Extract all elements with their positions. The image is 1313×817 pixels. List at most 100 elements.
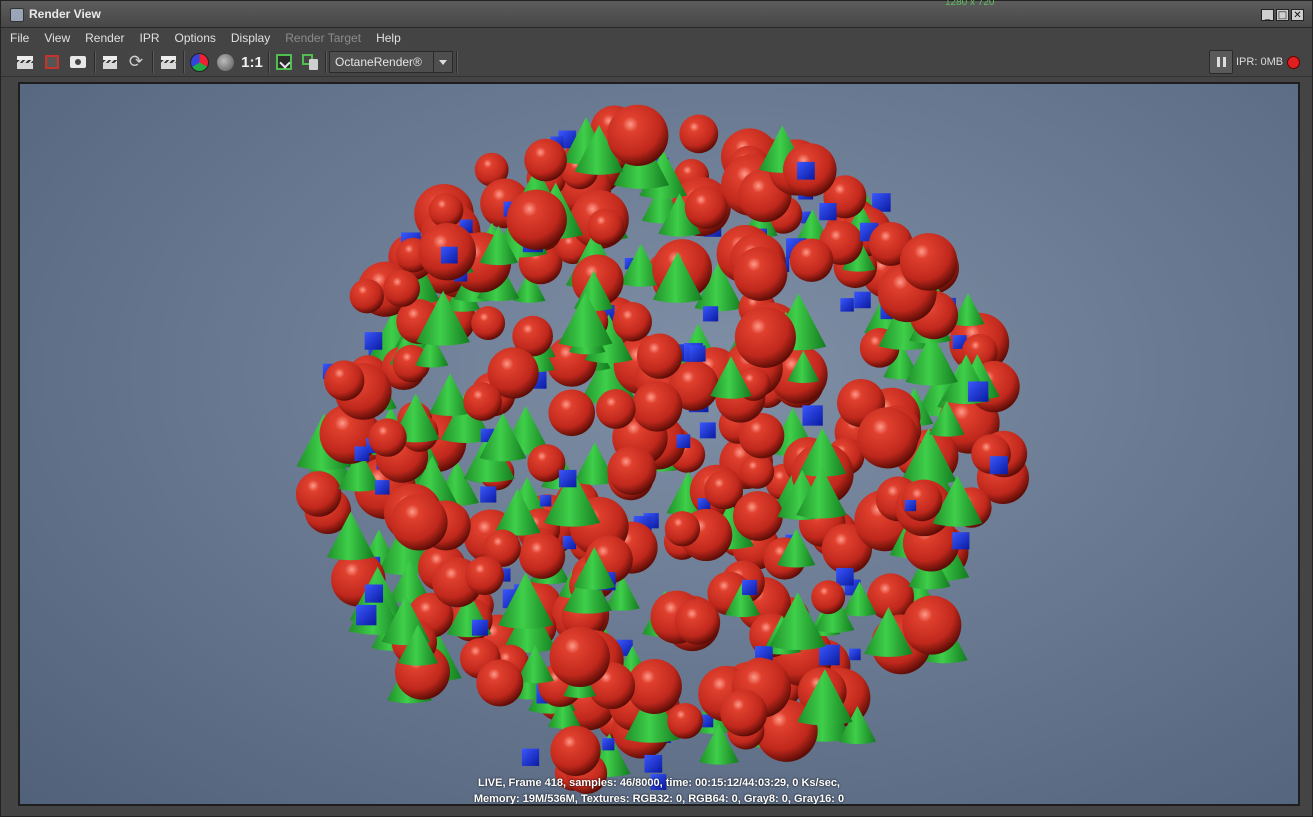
menu-bar: File View Render IPR Options Display Ren…: [1, 28, 1312, 48]
blue-cube: [797, 161, 815, 180]
menu-file[interactable]: File: [10, 31, 29, 45]
menu-options[interactable]: Options: [175, 31, 216, 45]
blue-cube: [356, 604, 377, 626]
red-sphere: [607, 445, 657, 496]
blue-cube: [471, 619, 488, 636]
resolution-hint: 1280 x 720: [945, 0, 995, 8]
title-bar[interactable]: Render View 1280 x 720 _ □ ✕: [1, 0, 1312, 28]
menu-help[interactable]: Help: [376, 31, 401, 45]
chevron-down-icon[interactable]: [433, 52, 452, 72]
red-sphere: [550, 725, 601, 777]
red-sphere: [519, 532, 566, 579]
red-sphere: [383, 270, 421, 307]
red-sphere: [295, 471, 342, 517]
red-sphere: [902, 595, 962, 655]
blue-cube: [364, 584, 384, 603]
blue-cube: [375, 480, 390, 495]
ipr-memory-label: IPR: 0MB: [1236, 56, 1284, 68]
blue-cube: [689, 345, 706, 362]
red-sphere: [811, 580, 846, 615]
blue-cube: [840, 298, 854, 312]
alpha-channel-icon[interactable]: [214, 51, 236, 73]
real-size-button[interactable]: 1:1: [241, 51, 263, 73]
blue-cube: [440, 246, 458, 264]
app-icon: [10, 8, 24, 22]
red-sphere: [857, 407, 919, 469]
render-view-window: Render View 1280 x 720 _ □ ✕ File View R…: [0, 0, 1313, 817]
render-region-icon[interactable]: [41, 51, 63, 73]
rgb-channels-icon[interactable]: [188, 51, 210, 73]
toolbar-separator: [152, 51, 154, 73]
blue-cube: [644, 754, 663, 773]
toolbar: ⟳ 1:1 OctaneRender® IPR: 0MB: [1, 48, 1312, 77]
blue-cube: [539, 495, 552, 507]
blue-cube: [364, 332, 383, 350]
red-sphere: [636, 333, 683, 379]
red-sphere: [368, 418, 407, 457]
ipr-render-icon[interactable]: [99, 51, 121, 73]
blue-cube: [802, 405, 823, 426]
toolbar-separator: [183, 51, 185, 73]
menu-render-target: Render Target: [285, 31, 362, 45]
red-sphere: [626, 659, 682, 714]
blue-cube: [699, 422, 716, 439]
red-sphere: [720, 689, 768, 737]
red-sphere: [463, 382, 502, 421]
blue-cube: [702, 306, 719, 322]
minimize-button[interactable]: _: [1261, 9, 1274, 21]
menu-view[interactable]: View: [44, 31, 70, 45]
blue-cube: [354, 446, 370, 462]
refresh-ipr-icon[interactable]: ⟳: [125, 51, 147, 73]
ipr-pause-button[interactable]: [1209, 50, 1233, 74]
render-stats-line1: LIVE, Frame 418, samples: 46/8000, time:…: [478, 777, 840, 789]
red-sphere: [548, 389, 596, 437]
render-frame-icon[interactable]: [14, 51, 36, 73]
menu-ipr[interactable]: IPR: [140, 31, 160, 45]
red-sphere: [739, 454, 775, 489]
red-sphere: [733, 246, 788, 301]
red-sphere: [324, 360, 365, 401]
toolbar-separator: [268, 51, 270, 73]
remove-image-icon[interactable]: [299, 51, 321, 73]
pause-icon: [1216, 57, 1220, 67]
keep-image-icon[interactable]: [273, 51, 295, 73]
snapshot-icon[interactable]: [67, 51, 89, 73]
toolbar-separator: [94, 51, 96, 73]
renderer-select[interactable]: OctaneRender®: [329, 51, 453, 73]
record-icon[interactable]: [1287, 56, 1300, 69]
toolbar-separator: [325, 51, 327, 73]
menu-display[interactable]: Display: [231, 31, 270, 45]
red-sphere: [899, 233, 958, 291]
red-sphere: [607, 104, 669, 166]
menu-render[interactable]: Render: [85, 31, 124, 45]
blue-cube: [676, 434, 691, 448]
blue-cube: [854, 291, 871, 309]
window-title: Render View: [29, 7, 101, 21]
red-sphere: [679, 114, 719, 154]
maximize-button[interactable]: □: [1276, 9, 1289, 21]
red-sphere: [465, 556, 505, 596]
render-sequence-icon[interactable]: [157, 51, 179, 73]
red-sphere: [674, 599, 721, 645]
red-sphere: [524, 138, 567, 182]
red-sphere: [734, 306, 796, 368]
window-controls: _ □ ✕: [1261, 9, 1304, 21]
red-sphere: [549, 626, 610, 688]
blue-cube: [742, 579, 758, 596]
blue-cube: [559, 469, 577, 488]
red-sphere: [631, 381, 683, 432]
close-button[interactable]: ✕: [1291, 9, 1304, 21]
blue-cube: [952, 532, 970, 550]
red-sphere: [349, 278, 385, 314]
red-sphere: [612, 302, 652, 342]
blue-cube: [968, 381, 989, 402]
blue-cube: [602, 738, 615, 751]
red-sphere: [428, 192, 464, 228]
blue-cube: [521, 748, 540, 766]
blue-cube: [480, 486, 497, 503]
red-sphere: [595, 389, 636, 429]
red-sphere: [732, 491, 783, 541]
red-sphere: [667, 703, 703, 739]
render-viewport[interactable]: LIVE, Frame 418, samples: 46/8000, time:…: [20, 84, 1298, 804]
red-sphere: [684, 186, 728, 229]
